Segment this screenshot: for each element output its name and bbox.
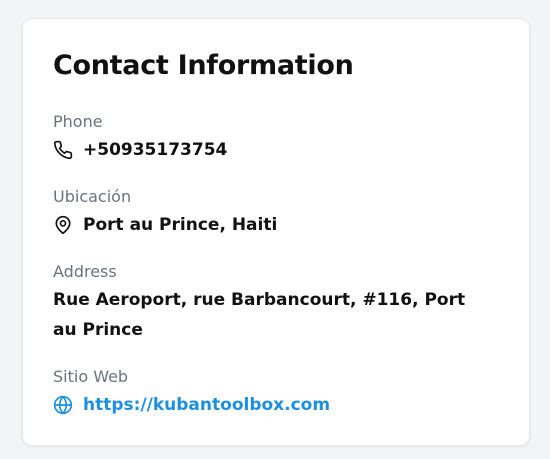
location-value: Port au Prince, Haiti bbox=[83, 215, 278, 235]
location-row: Port au Prince, Haiti bbox=[53, 214, 277, 236]
contact-information-card: Contact Information Phone +50935173754 U… bbox=[22, 18, 530, 446]
map-pin-icon bbox=[53, 215, 73, 235]
address-label: Address bbox=[53, 262, 117, 281]
address-value: Rue Aeroport, rue Barbancourt, #116, Por… bbox=[53, 290, 466, 340]
phone-row[interactable]: +50935173754 bbox=[53, 139, 227, 161]
card-title: Contact Information bbox=[53, 50, 354, 81]
phone-label: Phone bbox=[53, 112, 103, 131]
location-label: Ubicación bbox=[53, 187, 132, 206]
website-link[interactable]: https://kubantoolbox.com bbox=[83, 394, 330, 416]
phone-value: +50935173754 bbox=[83, 140, 228, 160]
website-row[interactable]: https://kubantoolbox.com bbox=[53, 394, 330, 416]
globe-icon bbox=[53, 395, 73, 415]
website-label: Sitio Web bbox=[53, 367, 129, 386]
phone-icon bbox=[53, 140, 73, 160]
